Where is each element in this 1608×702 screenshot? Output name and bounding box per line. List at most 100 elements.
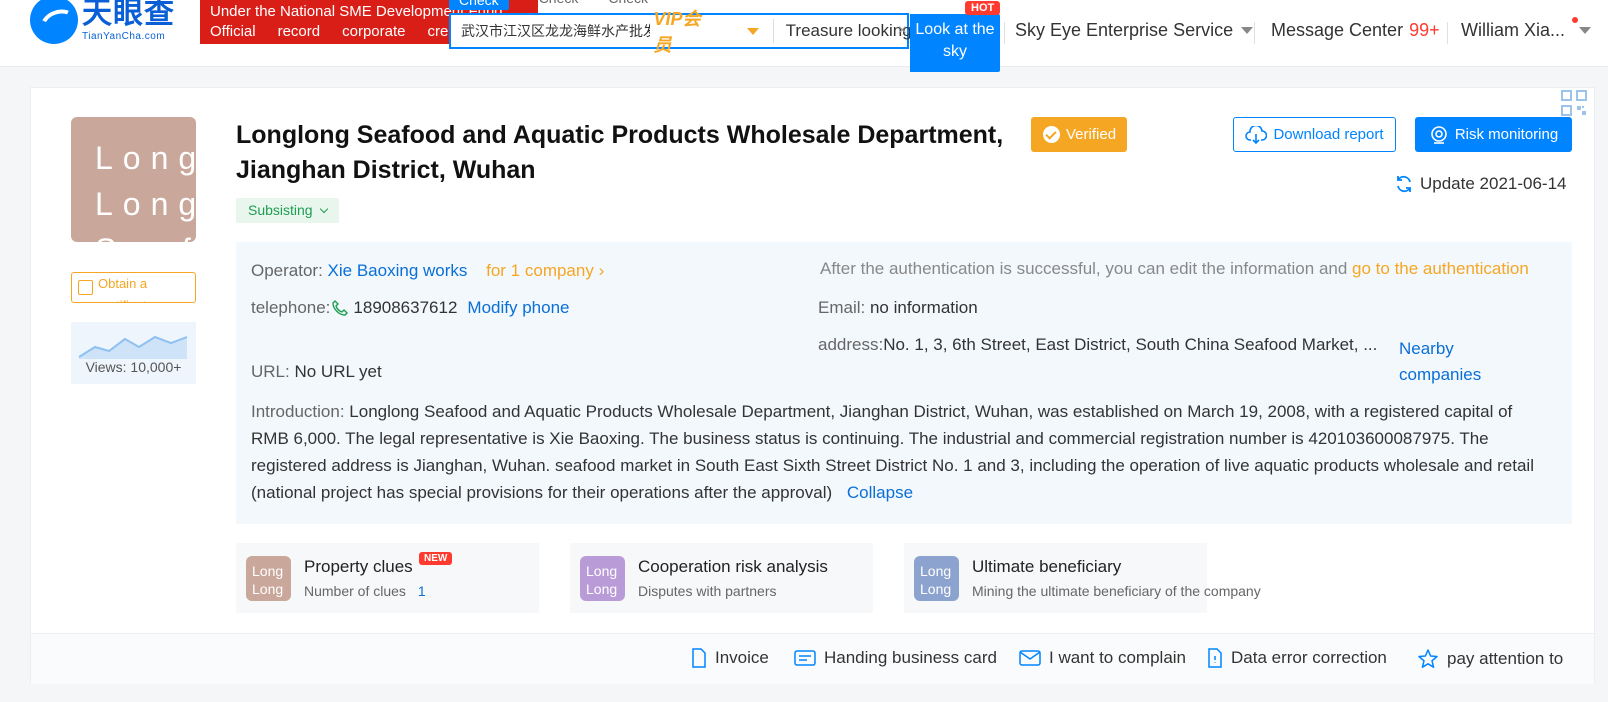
nav-enterprise-service[interactable]: Sky Eye Enterprise Service xyxy=(1015,20,1254,41)
clear-icon[interactable]: × xyxy=(898,22,907,40)
treasure-link[interactable]: Treasure looking xyxy=(786,21,912,41)
divider xyxy=(1254,22,1255,44)
error-correction-label: Data error correction xyxy=(1231,648,1387,667)
verified-check-icon xyxy=(1043,126,1060,143)
phone-icon xyxy=(332,300,349,316)
complain-button[interactable]: I want to complain xyxy=(1019,648,1186,668)
top-header: 天眼查 TianYanCha.com Under the National SM… xyxy=(0,0,1608,72)
star-icon xyxy=(1418,649,1438,668)
qr-code-icon[interactable] xyxy=(1559,88,1589,118)
views-panel: Views: 10,000+ xyxy=(71,322,196,384)
card-icon xyxy=(794,650,816,666)
email-label: Email: xyxy=(818,298,866,317)
chevron-down-icon xyxy=(1579,27,1592,34)
obtain-certificate-button[interactable]: Obtain a certificate xyxy=(71,272,196,303)
search-tab-company[interactable]: Check xyxy=(449,0,509,10)
intro-label: Introduction: xyxy=(251,402,345,421)
feature-subtitle: Number of clues 1 xyxy=(304,583,426,599)
refresh-icon xyxy=(1397,175,1411,193)
update-date: Update 2021-06-14 xyxy=(1420,174,1567,193)
status-badge[interactable]: Subsisting xyxy=(236,198,339,223)
risk-monitoring-button[interactable]: Risk monitoring xyxy=(1415,117,1572,152)
modify-phone-link[interactable]: Modify phone xyxy=(467,298,569,318)
update-info[interactable]: Update 2021-06-14 xyxy=(1394,174,1567,194)
search-button[interactable]: Look at the sky xyxy=(910,14,1000,72)
operator-companies-label: for 1 company xyxy=(486,261,594,280)
banner-word: corporate xyxy=(342,23,406,40)
pay-attention-button[interactable]: pay attention to xyxy=(1417,648,1563,670)
address-field: address:No. 1, 3, 6th Street, East Distr… xyxy=(818,335,1377,355)
risk-label: Risk monitoring xyxy=(1454,126,1559,143)
nav-message-center[interactable]: Message Center 99+ xyxy=(1271,20,1440,41)
telephone-field: telephone: 18908637612 Modify phone xyxy=(251,298,570,318)
status-label: Subsisting xyxy=(248,202,313,218)
search-input[interactable] xyxy=(461,23,650,39)
notification-dot xyxy=(1572,17,1578,23)
verified-badge[interactable]: Verified xyxy=(1031,117,1127,152)
search-tab-relation[interactable]: Check xyxy=(608,0,648,10)
complain-label: I want to complain xyxy=(1049,648,1187,667)
url-field: URL: No URL yet xyxy=(251,362,382,382)
feature-subtitle: Mining the ultimate beneficiary of the c… xyxy=(972,583,1261,599)
feature-sub-label: Number of clues xyxy=(304,583,406,599)
business-card-button[interactable]: Handing business card xyxy=(794,648,997,668)
clue-count[interactable]: 1 xyxy=(418,583,426,599)
views-trend-icon xyxy=(78,335,188,359)
operator-field: Operator: Xie Baoxing works for 1 compan… xyxy=(251,261,604,281)
telephone-value: 18908637612 xyxy=(353,298,458,317)
feature-title: Ultimate beneficiary xyxy=(972,557,1122,576)
edit-document-icon xyxy=(1208,648,1222,668)
verified-label: Verified xyxy=(1066,126,1117,143)
feature-card-property-clues[interactable]: Long Long Seaf Property clues NEW Number… xyxy=(236,543,539,613)
telephone-label: telephone: xyxy=(251,298,331,317)
message-count-badge: 99+ xyxy=(1409,20,1440,40)
company-name: Longlong Seafood and Aquatic Products Wh… xyxy=(236,121,1004,184)
tianyancha-logo[interactable]: 天眼查 TianYanCha.com xyxy=(30,0,175,44)
feature-card-cooperation-risk[interactable]: Long Long Seaf Cooperation risk analysis… xyxy=(570,543,873,613)
document-icon xyxy=(692,648,706,668)
feature-title: Property clues xyxy=(304,557,413,576)
chevron-down-icon xyxy=(319,204,328,213)
invoice-button[interactable]: Invoice xyxy=(691,648,769,668)
logo-icon xyxy=(30,0,78,44)
collapse-link[interactable]: Collapse xyxy=(847,483,913,502)
nav-enterprise-label: Sky Eye Enterprise Service xyxy=(1015,20,1234,40)
operator-companies-link[interactable]: for 1 company › xyxy=(486,261,604,280)
vip-badge[interactable]: VIP会员 xyxy=(654,5,707,57)
auth-notice: After the authentication is successful, … xyxy=(820,259,1529,279)
url-value: No URL yet xyxy=(294,362,382,381)
address-label: address: xyxy=(818,335,884,354)
hot-badge: HOT xyxy=(965,1,1001,15)
operator-label: Operator: xyxy=(251,261,323,280)
nearby-companies-label: Nearby companies xyxy=(1399,339,1482,384)
nav-messages-label: Message Center xyxy=(1271,20,1404,40)
pay-attention-label: pay attention to xyxy=(1447,649,1564,668)
auth-text: After the authentication is successful, … xyxy=(820,259,1348,278)
banner-word: Official xyxy=(210,23,256,40)
certificate-icon xyxy=(78,280,93,295)
company-info-panel: Operator: Xie Baoxing works for 1 compan… xyxy=(236,242,1572,524)
operator-link[interactable]: Xie Baoxing works xyxy=(328,261,468,280)
email-value: no information xyxy=(869,298,978,317)
chevron-down-icon[interactable] xyxy=(746,27,759,35)
nav-user-menu[interactable]: William Xia... xyxy=(1461,20,1592,41)
search-tab-boss[interactable]: Check xyxy=(539,0,579,10)
logo-cn-text: 天眼查 xyxy=(82,0,175,30)
logo-en-text: TianYanCha.com xyxy=(82,30,166,42)
action-bar: Invoice Handing business card I want to … xyxy=(31,633,1594,684)
url-label: URL: xyxy=(251,362,290,381)
invoice-label: Invoice xyxy=(715,648,769,667)
chevron-down-icon xyxy=(1241,27,1254,34)
error-correction-button[interactable]: Data error correction xyxy=(1207,648,1387,668)
auth-link[interactable]: go to the authentication xyxy=(1352,259,1529,278)
mail-icon xyxy=(1019,650,1041,666)
feature-title: Cooperation risk analysis xyxy=(638,557,828,576)
download-report-button[interactable]: Download report xyxy=(1233,117,1396,152)
feature-subtitle: Disputes with partners xyxy=(638,583,777,599)
nearby-companies-link[interactable]: Nearby companies xyxy=(1399,336,1482,388)
business-card-label: Handing business card xyxy=(824,648,997,667)
views-count: Views: 10,000+ xyxy=(85,359,182,375)
feature-card-ultimate-beneficiary[interactable]: Long Long Seaf Ultimate beneficiary Mini… xyxy=(904,543,1261,613)
company-logo-small: Long Long Seaf xyxy=(246,556,291,601)
user-name: William Xia... xyxy=(1461,20,1566,40)
